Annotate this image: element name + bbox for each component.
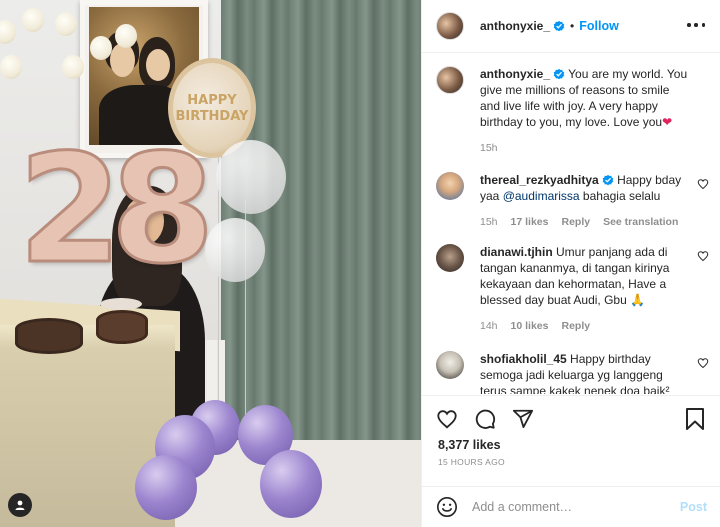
see-translation-button[interactable]: See translation [603, 216, 678, 228]
photo-cake-topping [100, 298, 142, 310]
comment-likes[interactable]: 10 likes [511, 320, 549, 332]
comment-avatar[interactable] [436, 172, 464, 200]
comment-like-heart-icon[interactable] [697, 357, 709, 369]
header-separator: • [570, 19, 575, 33]
verified-badge-icon [602, 174, 614, 186]
comment-icon[interactable] [474, 408, 496, 430]
post-actions: 8,377 likes 15 HOURS AGO [422, 395, 720, 485]
folded-hands-emoji: 🙏 [630, 293, 646, 307]
heart-icon[interactable] [436, 408, 458, 430]
post-photo[interactable]: 28 HAPPY BIRTHDAY [0, 0, 421, 527]
post-comment-button[interactable]: Post [680, 500, 707, 514]
photo-purple-balloon [260, 450, 322, 518]
comments-list[interactable]: anthonyxie_ You are my world. You give m… [422, 54, 720, 394]
comment-text: bahagia selalu [582, 189, 661, 203]
bookmark-icon[interactable] [685, 408, 705, 430]
comment-composer: Post [422, 486, 720, 527]
photo-cake-left [15, 318, 83, 354]
comment-likes[interactable]: 17 likes [511, 216, 549, 228]
caption-avatar[interactable] [436, 66, 464, 94]
share-icon[interactable] [512, 408, 534, 430]
owner-avatar[interactable] [436, 12, 464, 40]
red-heart-emoji: ❤ [662, 115, 673, 129]
post-caption: anthonyxie_ You are my world. You give m… [436, 66, 709, 154]
comment-avatar[interactable] [436, 351, 464, 379]
photo-chandelier [0, 0, 150, 95]
profile-icon [15, 500, 25, 510]
post-like-count[interactable]: 8,377 likes [438, 438, 501, 452]
photo-cake-right [96, 310, 148, 344]
tagged-users-button[interactable] [8, 493, 32, 517]
comment-avatar[interactable] [436, 244, 464, 272]
emoji-icon[interactable] [436, 496, 458, 518]
owner-username[interactable]: anthonyxie_ [480, 19, 550, 33]
comment-like-heart-icon[interactable] [697, 178, 709, 190]
caption-username[interactable]: anthonyxie_ [480, 67, 550, 81]
comment-item: dianawi.tjhin Umur panjang ada di tangan… [436, 244, 709, 332]
comment-time[interactable]: 15h [480, 216, 498, 228]
comment-like-heart-icon[interactable] [697, 250, 709, 262]
comment-reply-button[interactable]: Reply [561, 320, 590, 332]
post-header: anthonyxie_ • Follow [422, 0, 720, 53]
comment-item: shofiakholil_45 Happy birthday semoga ja… [436, 351, 709, 394]
comment-username[interactable]: dianawi.tjhin [480, 245, 553, 259]
comment-item: thereal_rezkyadhitya Happy bday yaa @aud… [436, 172, 709, 228]
comment-mention-link[interactable]: @audimarissa [503, 189, 580, 203]
more-options-icon[interactable] [687, 18, 705, 32]
follow-button[interactable]: Follow [579, 19, 619, 33]
comment-reply-button[interactable]: Reply [561, 216, 590, 228]
post-side-panel: anthonyxie_ • Follow anthonyxie_ You are… [421, 0, 720, 527]
photo-clear-balloon [216, 140, 286, 214]
verified-badge-icon [553, 20, 565, 32]
post-timestamp[interactable]: 15 HOURS AGO [438, 457, 505, 467]
comment-username[interactable]: thereal_rezkyadhitya [480, 173, 599, 187]
caption-time[interactable]: 15h [480, 142, 498, 154]
photo-purple-balloon [135, 455, 197, 520]
comment-input[interactable] [472, 500, 680, 514]
comment-username[interactable]: shofiakholil_45 [480, 352, 567, 366]
comment-time[interactable]: 14h [480, 320, 498, 332]
photo-number-balloons: 28 [17, 123, 217, 297]
photo-clear-balloon [205, 218, 265, 282]
verified-badge-icon [553, 68, 565, 80]
